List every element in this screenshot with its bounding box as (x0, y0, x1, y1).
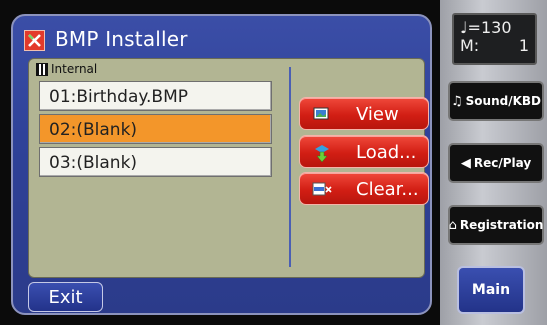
tempo-display: ♩=130 M: 1 (452, 13, 537, 65)
file-item[interactable]: 01:Birthday.BMP (39, 81, 272, 111)
content-panel: Internal 01:Birthday.BMP 02:(Blank) 03:(… (28, 58, 429, 278)
load-button[interactable]: Load... (299, 135, 429, 168)
clear-button-label: Clear... (356, 179, 419, 200)
load-button-label: Load... (356, 142, 417, 163)
file-item[interactable]: 03:(Blank) (39, 147, 272, 177)
registration-button[interactable]: ⌂ Registration (448, 205, 544, 245)
view-button[interactable]: View (299, 97, 429, 130)
exit-button[interactable]: Exit (28, 282, 103, 312)
speaker-icon: ◀︎ (460, 155, 471, 171)
sidebar: ♩=130 M: 1 ♫ Sound/KBD ◀︎ Rec/Play ⌂ Reg… (440, 0, 547, 325)
memory-icon (36, 62, 48, 76)
main-screen: BMP Installer Internal 01:Birthday.BMP 0… (11, 14, 432, 315)
registration-label: Registration (459, 218, 544, 232)
book-icon: ⌂ (448, 217, 457, 233)
storage-label: Internal (36, 62, 97, 76)
music-note-icon: ♫ (450, 93, 463, 109)
main-button[interactable]: Main (457, 266, 525, 314)
rec-play-label: Rec/Play (473, 156, 532, 170)
tempo-value: ♩=130 (460, 18, 512, 37)
clear-icon (311, 180, 333, 198)
clear-button[interactable]: Clear... (299, 172, 429, 205)
installer-icon (24, 30, 45, 51)
load-icon (311, 143, 333, 163)
panel-divider (289, 67, 291, 267)
sound-kbd-button[interactable]: ♫ Sound/KBD (448, 81, 544, 121)
measure-label: M: (460, 36, 480, 55)
rec-play-button[interactable]: ◀︎ Rec/Play (448, 143, 544, 183)
file-item-selected[interactable]: 02:(Blank) (39, 114, 272, 144)
view-button-label: View (356, 104, 399, 125)
sound-kbd-label: Sound/KBD (465, 94, 541, 108)
file-list: 01:Birthday.BMP 02:(Blank) 03:(Blank) (39, 81, 272, 180)
device-frame: BMP Installer Internal 01:Birthday.BMP 0… (0, 0, 547, 325)
measure-value: 1 (518, 36, 529, 55)
image-icon (311, 105, 333, 123)
storage-label-text: Internal (51, 62, 98, 76)
window-title: BMP Installer (55, 27, 188, 51)
